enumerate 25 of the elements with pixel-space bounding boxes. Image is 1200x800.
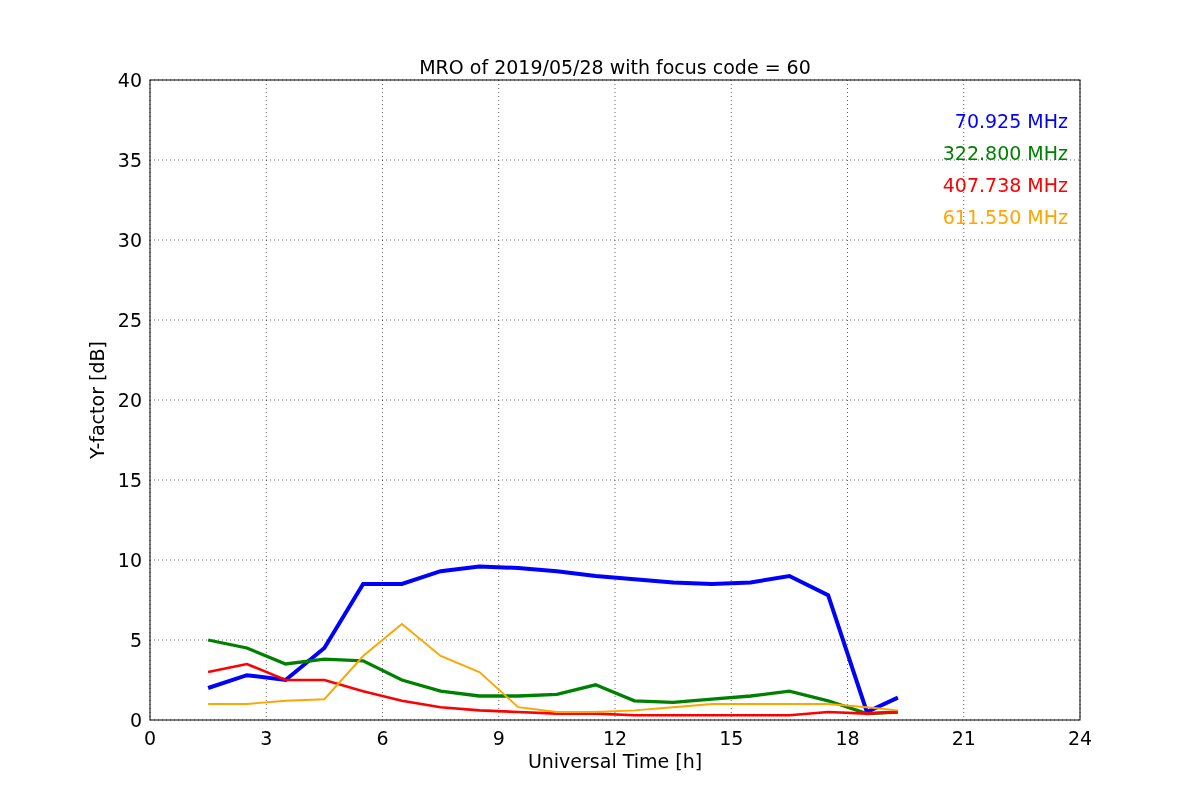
y-tick-label: 10 xyxy=(117,549,142,571)
x-tick-label: 21 xyxy=(951,727,976,749)
chart-title: MRO of 2019/05/28 with focus code = 60 xyxy=(419,56,811,78)
y-tick-label: 0 xyxy=(129,709,142,731)
x-tick-label: 24 xyxy=(1067,727,1093,749)
legend-label: 407.738 MHz xyxy=(942,174,1068,196)
x-tick-label: 6 xyxy=(376,727,389,749)
y-tick-label: 20 xyxy=(117,389,142,411)
y-tick-label: 35 xyxy=(117,149,142,171)
y-tick-label: 30 xyxy=(117,229,142,251)
x-tick-label: 18 xyxy=(835,727,860,749)
y-tick-label: 5 xyxy=(129,629,142,651)
legend-label: 70.925 MHz xyxy=(954,110,1068,132)
x-tick-label: 0 xyxy=(143,727,157,749)
y-axis-label: Y-factor [dB] xyxy=(86,341,108,459)
x-tick-label: 9 xyxy=(492,727,505,749)
y-tick-label: 15 xyxy=(117,469,142,491)
x-tick-label: 12 xyxy=(602,727,628,749)
y-tick-label: 25 xyxy=(117,309,142,331)
x-axis-label: Universal Time [h] xyxy=(527,750,703,772)
x-tick-label: 3 xyxy=(260,727,273,749)
legend-label: 611.550 MHz xyxy=(942,206,1068,228)
legend-label: 322.800 MHz xyxy=(942,142,1068,164)
x-tick-label: 15 xyxy=(719,727,744,749)
y-tick-label: 40 xyxy=(117,69,142,91)
